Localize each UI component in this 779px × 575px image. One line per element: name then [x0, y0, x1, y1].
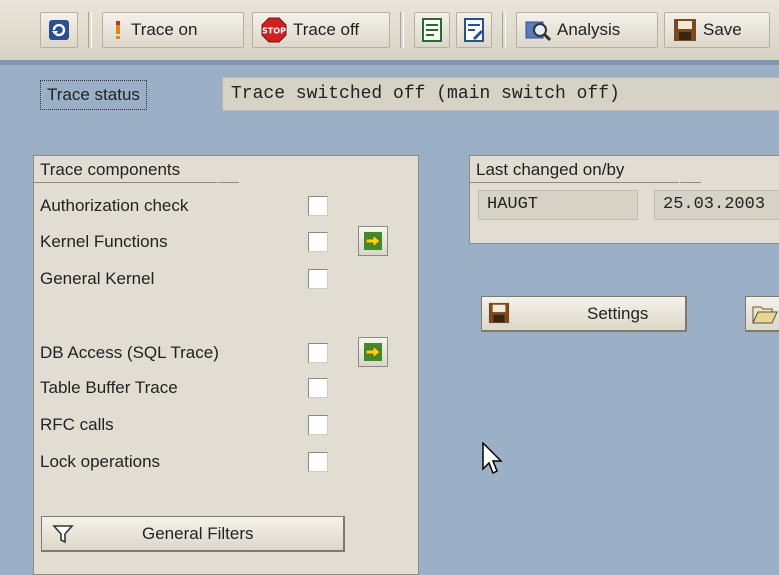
- arrow-right-icon: [364, 343, 382, 361]
- document-icon: [422, 18, 442, 42]
- application-toolbar: Trace on STOP Trace off Analysis Save: [0, 0, 779, 61]
- refresh-button[interactable]: [40, 12, 78, 48]
- lock-operations-checkbox[interactable]: [308, 452, 328, 472]
- authorization-check-label: Authorization check: [40, 196, 189, 215]
- title-strip: [0, 60, 779, 65]
- settings-label: Settings: [587, 304, 649, 323]
- rfc-calls-label: RFC calls: [40, 415, 114, 434]
- trace-off-button[interactable]: STOP Trace off: [252, 12, 390, 48]
- kernel-functions-details-button[interactable]: [358, 226, 388, 256]
- trace-status-label: Trace status: [40, 80, 147, 110]
- trace-off-label: Trace off: [293, 20, 360, 39]
- analysis-icon: [525, 21, 551, 42]
- general-filters-label: General Filters: [142, 524, 254, 543]
- rfc-calls-checkbox[interactable]: [308, 415, 328, 435]
- svg-text:STOP: STOP: [262, 27, 286, 36]
- last-changed-date-field: 25.03.2003: [654, 190, 779, 220]
- folder-open-icon: [752, 306, 778, 324]
- table-buffer-trace-label: Table Buffer Trace: [40, 378, 178, 397]
- trace-on-button[interactable]: Trace on: [102, 12, 244, 48]
- toolbar-separator: [502, 12, 506, 48]
- save-button[interactable]: Save: [664, 12, 770, 48]
- document-edit-button[interactable]: [456, 12, 492, 48]
- trace-on-label: Trace on: [131, 20, 198, 39]
- kernel-functions-label: Kernel Functions: [40, 232, 168, 251]
- last-changed-user-field: HAUGT: [478, 190, 638, 220]
- arrow-right-icon: [364, 232, 382, 250]
- analysis-button[interactable]: Analysis: [516, 12, 658, 48]
- db-access-label: DB Access (SQL Trace): [40, 343, 219, 362]
- general-kernel-checkbox[interactable]: [308, 269, 328, 289]
- last-changed-group: Last changed on/by HAUGT 25.03.2003: [469, 155, 779, 244]
- authorization-check-checkbox[interactable]: [308, 196, 328, 216]
- trace-on-icon: [116, 21, 120, 39]
- analysis-label: Analysis: [557, 20, 621, 39]
- db-access-details-button[interactable]: [358, 337, 388, 367]
- mouse-cursor-icon: [482, 442, 503, 475]
- general-kernel-label: General Kernel: [40, 269, 155, 288]
- general-filters-button[interactable]: General Filters: [41, 516, 345, 552]
- table-buffer-trace-checkbox[interactable]: [308, 378, 328, 398]
- load-settings-button[interactable]: [745, 296, 779, 332]
- last-changed-title: Last changed on/by: [469, 155, 701, 184]
- document-edit-icon: [464, 18, 484, 42]
- trace-components-group: Trace components Authorization check Ker…: [33, 155, 419, 575]
- filter-icon: [52, 525, 74, 544]
- lock-operations-label: Lock operations: [40, 452, 161, 471]
- save-icon: [488, 302, 510, 324]
- stop-icon: STOP: [261, 17, 287, 43]
- toolbar-separator: [400, 12, 404, 48]
- save-label: Save: [703, 20, 742, 39]
- trace-components-title: Trace components: [33, 155, 239, 184]
- save-icon: [674, 19, 696, 41]
- document-button[interactable]: [414, 12, 450, 48]
- settings-button[interactable]: Settings: [481, 296, 687, 332]
- refresh-icon: [49, 20, 69, 40]
- trace-status-field: Trace switched off (main switch off): [222, 77, 779, 111]
- toolbar-separator: [88, 12, 92, 48]
- db-access-checkbox[interactable]: [308, 343, 328, 363]
- kernel-functions-checkbox[interactable]: [308, 232, 328, 252]
